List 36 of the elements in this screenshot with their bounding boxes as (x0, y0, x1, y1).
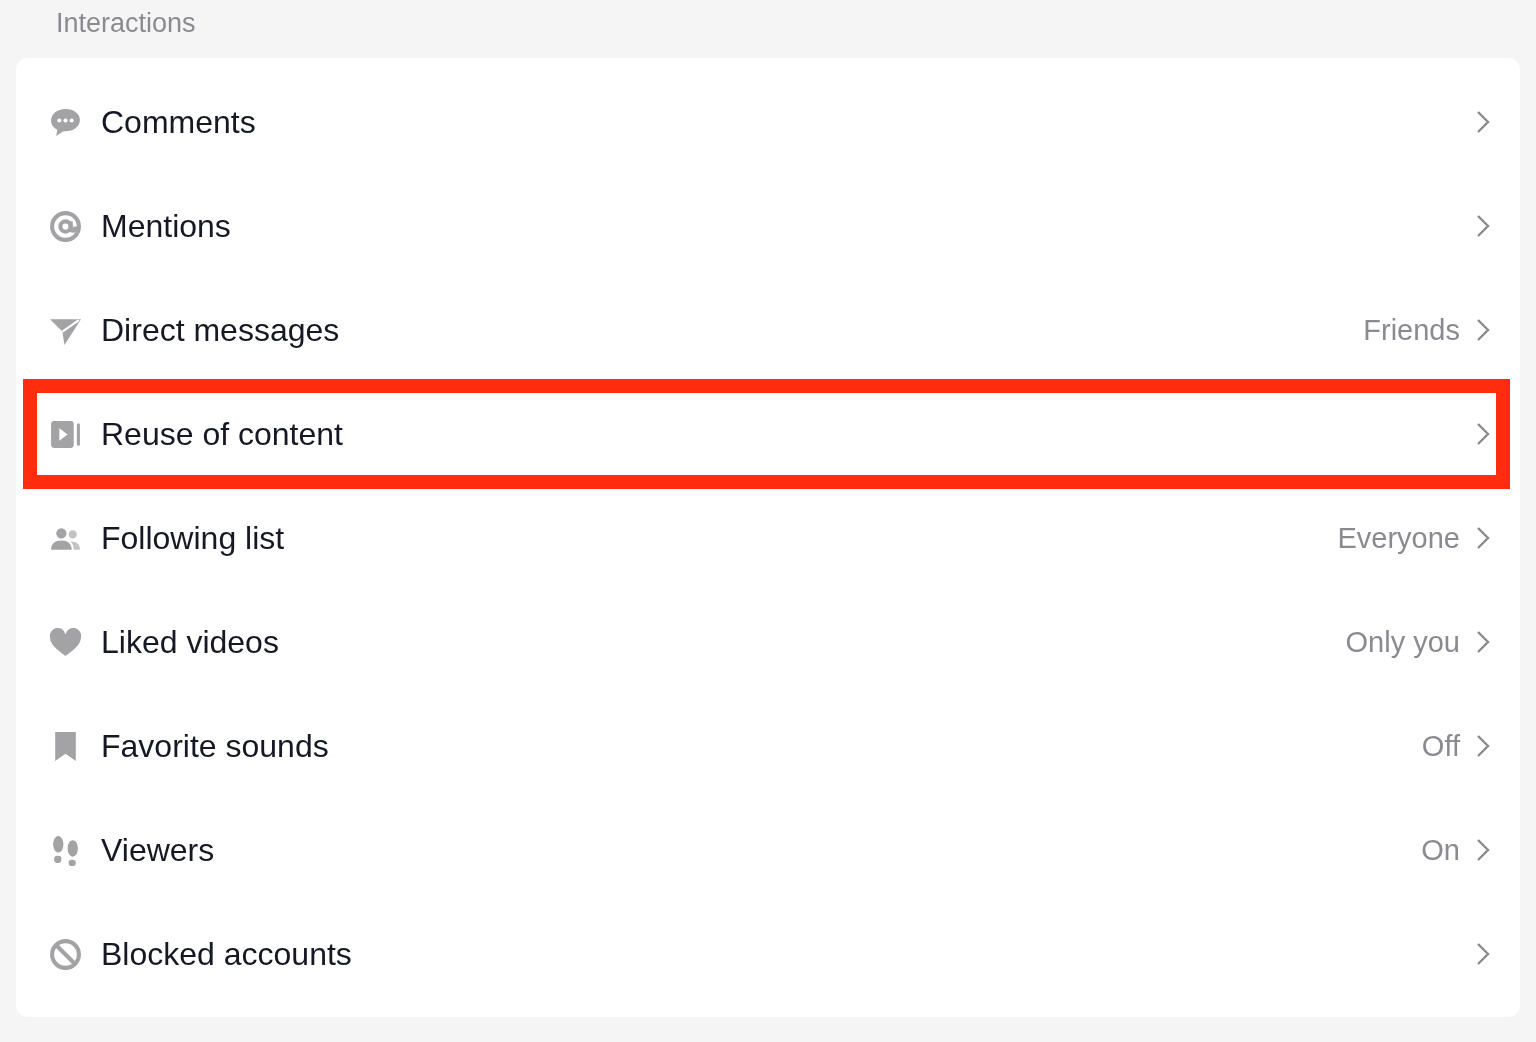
row-value: Off (1421, 729, 1460, 763)
heart-icon (49, 625, 82, 659)
chevron-right-icon (1476, 630, 1490, 654)
settings-row[interactable]: Favorite sounds Off (16, 694, 1520, 798)
row-value: Only you (1345, 625, 1460, 659)
row-label: Direct messages (101, 311, 341, 349)
settings-row[interactable]: Reuse of content (16, 382, 1520, 486)
row-label: Reuse of content (101, 415, 344, 453)
chevron-right-icon (1476, 214, 1490, 238)
settings-row[interactable]: Viewers On (16, 798, 1520, 902)
settings-row[interactable]: Direct messages Friends (16, 278, 1520, 382)
row-value: Friends (1363, 313, 1460, 347)
chevron-right-icon (1476, 942, 1490, 966)
settings-row[interactable]: Comments (16, 70, 1520, 174)
row-label: Liked videos (101, 623, 280, 661)
settings-row[interactable]: Blocked accounts (16, 902, 1520, 1006)
row-value: Everyone (1337, 521, 1460, 555)
row-value: On (1421, 833, 1460, 867)
row-label: Mentions (101, 207, 232, 245)
chevron-right-icon (1476, 734, 1490, 758)
chevron-right-icon (1476, 422, 1490, 446)
row-label: Comments (101, 103, 257, 141)
settings-row[interactable]: Following list Everyone (16, 486, 1520, 590)
settings-row[interactable]: Mentions (16, 174, 1520, 278)
section-title: Interactions (55, 7, 197, 40)
row-label: Following list (101, 519, 286, 557)
row-label: Viewers (101, 831, 216, 869)
chevron-right-icon (1476, 110, 1490, 134)
row-label: Blocked accounts (101, 935, 353, 973)
chevron-right-icon (1476, 318, 1490, 342)
prohibited-icon (49, 937, 82, 971)
chevron-right-icon (1476, 838, 1490, 862)
at-sign-icon (49, 209, 82, 243)
row-label: Favorite sounds (101, 727, 330, 765)
settings-row[interactable]: Liked videos Only you (16, 590, 1520, 694)
chevron-right-icon (1476, 526, 1490, 550)
